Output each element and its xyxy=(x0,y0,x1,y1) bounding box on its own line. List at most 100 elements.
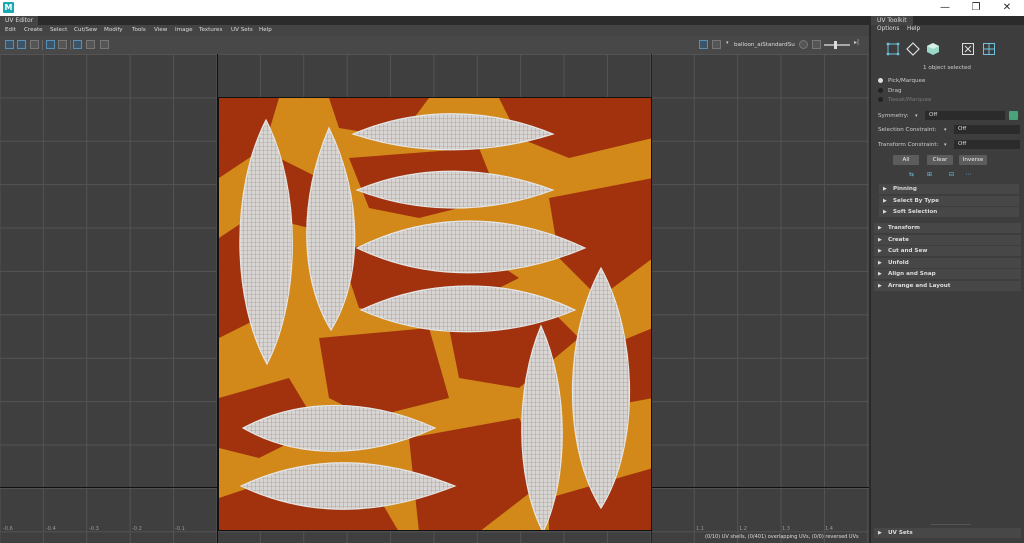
maya-logo-icon: M xyxy=(3,2,14,13)
select-shell-icon[interactable]: ⋯ xyxy=(964,171,973,179)
uv-texture-tile[interactable] xyxy=(218,97,652,531)
selection-constraint-arrow-icon: ▾ xyxy=(944,127,947,133)
section-arrange-and-layout[interactable]: ▶ Arrange and Layout xyxy=(874,281,1021,291)
selection-constraint-dropdown[interactable]: Off xyxy=(954,125,1020,134)
editor-menu-bar: Edit Create Select Cut/Sew Modify Tools … xyxy=(0,25,869,36)
menu-tools[interactable]: Tools xyxy=(132,25,146,36)
menu-image[interactable]: Image xyxy=(175,25,193,36)
vertex-mode-icon[interactable] xyxy=(886,42,900,56)
section-label: Arrange and Layout xyxy=(888,283,951,289)
section-label: Cut and Sew xyxy=(888,248,928,254)
edge-mode-icon[interactable] xyxy=(906,42,920,56)
grid-toggle-icon[interactable] xyxy=(73,40,82,49)
restore-button[interactable]: ❐ xyxy=(962,1,990,15)
menu-help[interactable]: Help xyxy=(907,26,920,32)
expand-arrow-icon: ▶ xyxy=(883,198,887,204)
symmetry-settings-icon[interactable] xyxy=(1009,111,1018,120)
radio-drag[interactable]: Drag xyxy=(878,88,902,94)
u-axis-tick-label: -0.3 xyxy=(89,526,99,532)
radio-pick-marquee[interactable]: Pick/Marquee xyxy=(878,78,925,84)
section-label: Select By Type xyxy=(893,198,939,204)
tab-uv-toolkit[interactable]: UV Toolkit xyxy=(871,16,913,25)
uv-layout-svg xyxy=(219,98,651,530)
minimize-button[interactable]: — xyxy=(931,1,959,15)
section-transform[interactable]: ▶ Transform xyxy=(874,223,1021,233)
shrink-selection-icon[interactable]: ⇆ xyxy=(907,171,916,179)
select-all-button[interactable]: All xyxy=(893,155,919,165)
tab-uv-editor[interactable]: UV Editor xyxy=(0,16,39,25)
inverse-selection-button[interactable]: Inverse xyxy=(959,155,987,165)
menu-options[interactable]: Options xyxy=(877,26,899,32)
section-uv-sets[interactable]: ▶ UV Sets xyxy=(874,528,1021,538)
radio-tweak-marquee[interactable]: Tweak/Marquee xyxy=(878,97,932,103)
display-image-icon[interactable] xyxy=(699,40,708,49)
distortion-icon[interactable] xyxy=(58,40,67,49)
section-align-and-snap[interactable]: ▶ Align and Snap xyxy=(874,269,1021,279)
section-label: Align and Snap xyxy=(888,271,936,277)
close-button[interactable]: ✕ xyxy=(993,1,1021,15)
section-label: Pinning xyxy=(893,186,917,192)
u-axis-tick-label: 1.4 xyxy=(825,526,833,532)
face-mode-icon[interactable] xyxy=(926,42,940,56)
globe-icon[interactable] xyxy=(799,40,808,49)
transform-constraint-row: Transform Constraint: ▾ Off xyxy=(878,140,1020,149)
editor-toolbar: ▾ balloon_aiStandardSu ▸| xyxy=(0,36,869,55)
transform-constraint-arrow-icon: ▾ xyxy=(944,142,947,148)
section-label: Unfold xyxy=(888,260,909,266)
radio-label: Drag xyxy=(888,88,902,94)
editor-tab-bar: UV Editor xyxy=(0,16,869,25)
uv-toolkit-toggle-icon[interactable] xyxy=(5,40,14,49)
expand-arrow-icon: ▶ xyxy=(883,186,887,192)
panel-divider xyxy=(931,524,971,525)
section-pinning[interactable]: ▶ Pinning xyxy=(879,184,1019,194)
menu-view[interactable]: View xyxy=(154,25,167,36)
radio-dot-icon xyxy=(878,97,883,102)
section-cut-and-sew[interactable]: ▶ Cut and Sew xyxy=(874,246,1021,256)
section-unfold[interactable]: ▶ Unfold xyxy=(874,258,1021,268)
uv-shell-icon[interactable] xyxy=(17,40,26,49)
menu-cut-sew[interactable]: Cut/Sew xyxy=(74,25,97,36)
menu-edit[interactable]: Edit xyxy=(5,25,16,36)
transform-constraint-dropdown[interactable]: Off xyxy=(954,140,1020,149)
radio-label: Tweak/Marquee xyxy=(888,97,932,103)
expand-arrow-icon: ▶ xyxy=(878,237,882,243)
exposure-slider[interactable] xyxy=(824,41,850,49)
texture-dropdown-arrow-icon[interactable]: ▾ xyxy=(726,40,729,46)
select-border-icon[interactable]: ⊟ xyxy=(947,171,956,179)
section-label: Soft Selection xyxy=(893,209,938,215)
snap-icon[interactable] xyxy=(86,40,95,49)
expand-toolbar-icon[interactable]: ▸| xyxy=(854,39,859,46)
expand-arrow-icon: ▶ xyxy=(878,283,882,289)
section-soft-selection[interactable]: ▶ Soft Selection xyxy=(879,207,1019,217)
symmetry-dropdown[interactable]: Off xyxy=(925,111,1005,120)
camera-icon[interactable] xyxy=(100,40,109,49)
uv-mode-icon[interactable] xyxy=(961,42,975,56)
uv-status-text: (0/10) UV shells, (0/401) overlapping UV… xyxy=(705,534,859,540)
uv-shell-mode-icon[interactable] xyxy=(982,42,996,56)
u-axis-tick-label: -0.1 xyxy=(175,526,185,532)
symmetry-arrow-icon: ▾ xyxy=(915,113,918,119)
texture-select[interactable]: balloon_aiStandardSu xyxy=(734,40,796,50)
u-axis-tick-label: 1.2 xyxy=(739,526,747,532)
grow-selection-icon[interactable]: ⊞ xyxy=(925,171,934,179)
exposure-slider-handle[interactable] xyxy=(834,41,837,49)
symmetry-row: Symmetry: ▾ Off xyxy=(878,111,1018,120)
menu-help[interactable]: Help xyxy=(259,25,272,36)
texture-border-icon[interactable] xyxy=(46,40,55,49)
clear-selection-button[interactable]: Clear xyxy=(927,155,953,165)
menu-create[interactable]: Create xyxy=(24,25,43,36)
expand-arrow-icon: ▶ xyxy=(878,248,882,254)
section-select-by-type[interactable]: ▶ Select By Type xyxy=(879,196,1019,206)
u-axis-tick-label: 1.1 xyxy=(696,526,704,532)
shaded-uv-icon[interactable] xyxy=(30,40,39,49)
u-axis-tick-label: -0.6 xyxy=(3,526,13,532)
checker-icon[interactable] xyxy=(712,40,721,49)
menu-textures[interactable]: Textures xyxy=(199,25,222,36)
exposure-icon[interactable] xyxy=(812,40,821,49)
menu-select[interactable]: Select xyxy=(50,25,67,36)
section-create[interactable]: ▶ Create xyxy=(874,235,1021,245)
menu-modify[interactable]: Modify xyxy=(104,25,123,36)
uv-viewport[interactable]: -0.6 -0.4 -0.3 -0.2 -0.1 1.1 1.2 1.3 1.4 xyxy=(0,54,869,543)
expand-arrow-icon: ▶ xyxy=(878,271,882,277)
menu-uv-sets[interactable]: UV Sets xyxy=(231,25,253,36)
